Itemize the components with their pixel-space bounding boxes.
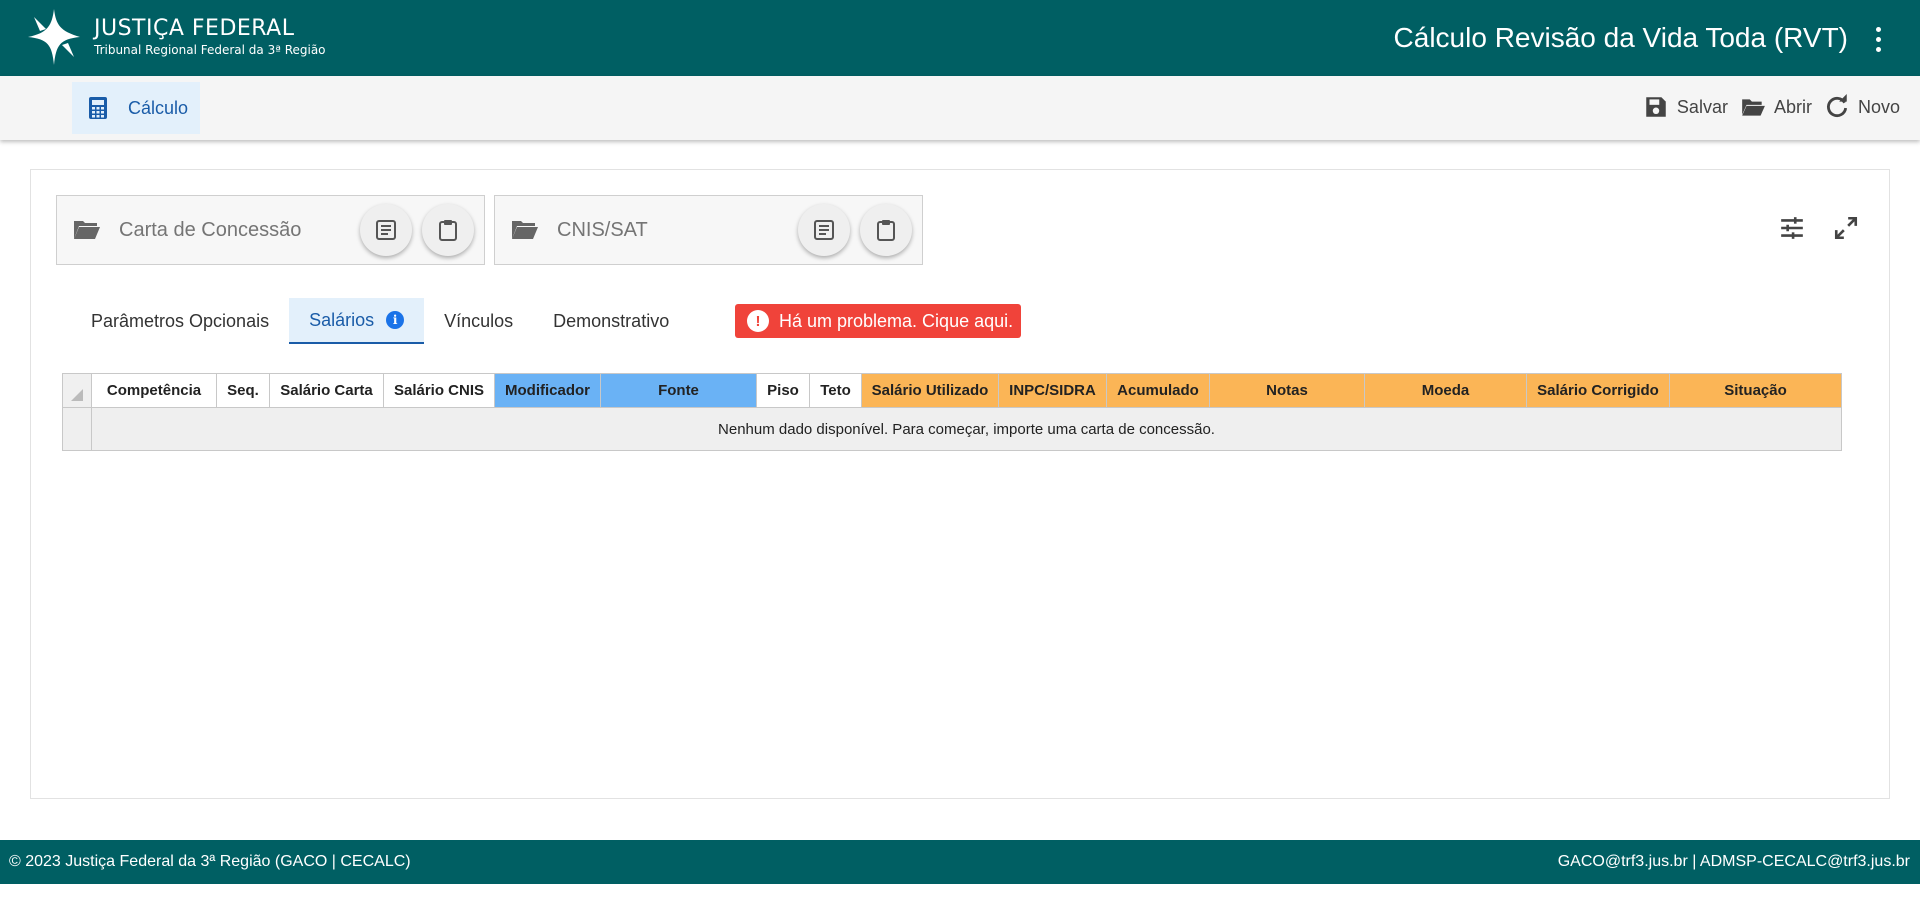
cnis-sat-box[interactable]: CNIS/SAT (494, 195, 923, 265)
tab-label: Vínculos (444, 310, 514, 331)
col-teto[interactable]: Teto (809, 373, 862, 408)
salarios-table: Competência Seq. Salário Carta Salário C… (62, 373, 1842, 451)
save-label: Salvar (1676, 96, 1728, 117)
cnis-text-button[interactable] (798, 204, 850, 256)
more-menu-icon[interactable] (1866, 24, 1890, 54)
save-button[interactable]: Salvar (1643, 94, 1728, 120)
tab-label: Parâmetros Opcionais (91, 310, 270, 331)
logo-subtitle: Tribunal Regional Federal da 3ª Região (94, 43, 326, 57)
new-label: Novo (1857, 96, 1900, 117)
carta-paste-button[interactable] (422, 204, 474, 256)
tab-label: Demonstrativo (553, 310, 670, 331)
col-salario-carta[interactable]: Salário Carta (269, 373, 384, 408)
col-competencia[interactable]: Competência (91, 373, 217, 408)
col-salario-corrigido[interactable]: Salário Corrigido (1526, 373, 1670, 408)
cnis-sat-label: CNIS/SAT (557, 218, 648, 241)
tab-calculo-label: Cálculo (128, 97, 189, 118)
tab-calculo[interactable]: Cálculo (72, 82, 200, 134)
new-button[interactable]: Novo (1824, 94, 1900, 120)
clipboard-icon (877, 220, 895, 241)
tab-vinculos[interactable]: Vínculos (424, 298, 533, 344)
col-seq[interactable]: Seq. (216, 373, 270, 408)
col-notas[interactable]: Notas (1209, 373, 1365, 408)
calculator-icon (89, 97, 107, 119)
cnis-paste-button[interactable] (860, 204, 912, 256)
folder-icon (74, 221, 100, 239)
alert-icon: ! (747, 310, 769, 332)
refresh-icon (1826, 94, 1848, 118)
table-row: Nenhum dado disponível. Para começar, im… (62, 407, 1842, 451)
info-icon: i (386, 311, 405, 329)
col-acumulado[interactable]: Acumulado (1106, 373, 1210, 408)
tab-salarios[interactable]: Salários i (289, 298, 425, 344)
empty-message: Nenhum dado disponível. Para começar, im… (91, 407, 1842, 451)
fullscreen-icon[interactable] (1833, 215, 1859, 241)
problem-alert-label: Há um problema. Cique aqui. (779, 310, 1014, 331)
logo-title: JUSTIÇA FEDERAL (94, 16, 295, 41)
footer-contacts: GACO@trf3.jus.br | ADMSP-CECALC@trf3.jus… (1557, 853, 1910, 870)
carta-concessao-label: Carta de Concessão (119, 218, 302, 241)
app-footer: © 2023 Justiça Federal da 3ª Região (GAC… (0, 840, 1920, 884)
app-title: Cálculo Revisão da Vida Toda (RVT) (1393, 22, 1848, 53)
carta-concessao-box[interactable]: Carta de Concessão (56, 195, 485, 265)
justica-federal-emblem-icon (28, 9, 80, 65)
section-tabs: Parâmetros Opcionais Salários i Vínculos … (71, 298, 689, 344)
app-header: JUSTIÇA FEDERAL Tribunal Regional Federa… (0, 0, 1920, 76)
folder-icon (512, 221, 538, 239)
row-header-cell (62, 407, 92, 451)
tab-demonstrativo[interactable]: Demonstrativo (533, 298, 689, 344)
col-moeda[interactable]: Moeda (1364, 373, 1527, 408)
col-inpc-sidra[interactable]: INPC/SIDRA (998, 373, 1107, 408)
document-text-icon (376, 220, 396, 240)
toolbar: Cálculo Salvar Abrir Novo (0, 76, 1920, 140)
open-label: Abrir (1773, 96, 1812, 117)
tab-label: Salários (309, 309, 375, 330)
main-panel: Carta de Concessão CNIS/SAT Parâmetros O… (30, 169, 1890, 799)
folder-open-icon (1742, 99, 1765, 116)
carta-text-button[interactable] (360, 204, 412, 256)
justica-federal-logo: JUSTIÇA FEDERAL Tribunal Regional Federa… (26, 7, 326, 67)
open-button[interactable]: Abrir (1740, 94, 1812, 120)
clipboard-icon (439, 220, 457, 241)
document-text-icon (814, 220, 834, 240)
tab-parametros-opcionais[interactable]: Parâmetros Opcionais (71, 298, 289, 344)
col-fonte[interactable]: Fonte (600, 373, 757, 408)
save-icon (1646, 97, 1666, 117)
col-piso[interactable]: Piso (756, 373, 810, 408)
col-situacao[interactable]: Situação (1669, 373, 1842, 408)
col-salario-cnis[interactable]: Salário CNIS (383, 373, 495, 408)
col-modificador[interactable]: Modificador (494, 373, 601, 408)
select-all-corner[interactable] (62, 373, 92, 408)
footer-copyright: © 2023 Justiça Federal da 3ª Região (GAC… (9, 853, 411, 870)
col-salario-utilizado[interactable]: Salário Utilizado (861, 373, 999, 408)
problem-alert-button[interactable]: ! Há um problema. Cique aqui. (735, 304, 1021, 338)
tune-settings-icon[interactable] (1779, 215, 1805, 241)
